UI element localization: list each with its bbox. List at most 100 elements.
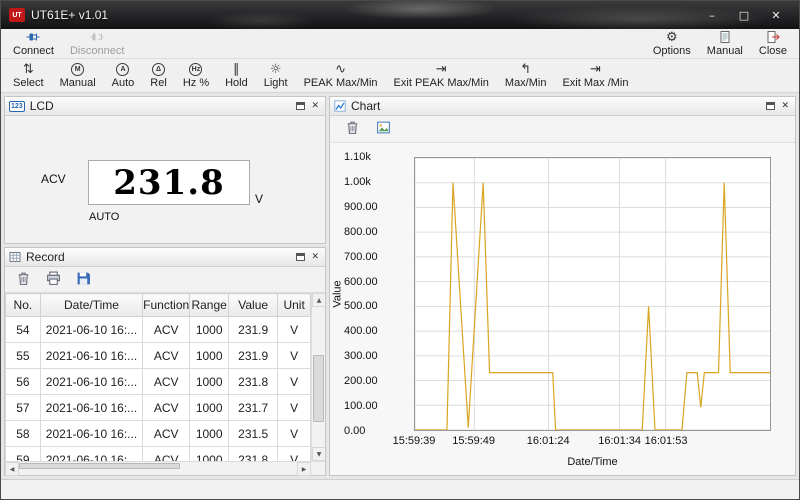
close-window-button[interactable]: ✕ <box>761 5 791 25</box>
x-tick-label: 16:01:24 <box>527 435 570 447</box>
vertical-scroll-track[interactable] <box>312 307 325 447</box>
table-row[interactable]: 542021-06-10 16:...ACV1000231.9V <box>6 317 311 343</box>
chart-panel: Chart Value 1.10k1.00k900.00800.00700. <box>329 96 796 476</box>
chart-plot[interactable] <box>414 157 771 431</box>
connect-button[interactable]: Connect <box>5 29 62 58</box>
float-panel-icon[interactable] <box>296 253 305 261</box>
table-cell: V <box>278 447 311 462</box>
table-cell: V <box>278 395 311 421</box>
close-panel-icon[interactable] <box>311 102 319 111</box>
auto-mode-button[interactable]: AAuto <box>104 62 143 90</box>
hz-percent-button[interactable]: HzHz % <box>175 62 217 90</box>
horizontal-scroll-track[interactable] <box>19 462 297 475</box>
window-controls: – □ ✕ <box>697 5 791 25</box>
button-label: Light <box>264 77 288 89</box>
panel-header-buttons <box>296 253 321 262</box>
table-cell: 59 <box>6 447 41 462</box>
panel-header-buttons <box>766 102 791 111</box>
peak-max-min-icon: ∿ <box>335 62 346 76</box>
close-panel-icon[interactable] <box>781 102 789 111</box>
delete-record-button[interactable] <box>15 270 32 290</box>
y-tick-label: 600.00 <box>344 276 378 288</box>
horizontal-scrollbar[interactable]: ◀ ▶ <box>5 461 325 475</box>
column-header[interactable]: No. <box>6 294 41 317</box>
table-row[interactable]: 572021-06-10 16:...ACV1000231.7V <box>6 395 311 421</box>
table-cell: 231.7 <box>229 395 278 421</box>
select-button[interactable]: ⇅Select <box>5 61 52 90</box>
scroll-up-arrow-icon[interactable]: ▲ <box>312 293 325 307</box>
table-row[interactable]: 552021-06-10 16:...ACV1000231.9V <box>6 343 311 369</box>
x-tick-label: 15:59:39 <box>393 435 436 447</box>
maximize-button[interactable]: □ <box>729 5 759 25</box>
scroll-down-arrow-icon[interactable]: ▼ <box>312 447 325 461</box>
table-cell: 1000 <box>190 421 229 447</box>
record-panel-header[interactable]: Record <box>5 248 325 267</box>
column-header[interactable]: Function <box>143 294 190 317</box>
x-tick-label: 15:59:49 <box>452 435 495 447</box>
close-app-button[interactable]: Close <box>751 29 795 58</box>
lcd-panel-header[interactable]: 123 LCD <box>5 97 325 116</box>
table-cell: 54 <box>6 317 41 343</box>
vertical-scroll-thumb[interactable] <box>313 355 324 422</box>
hold-icon: ∥ <box>233 62 240 76</box>
lcd-display-area: ACV 231.8 V AUTO <box>5 116 325 243</box>
column-header[interactable]: Unit <box>278 294 311 317</box>
left-column: 123 LCD ACV 231.8 V AUTO <box>4 96 326 476</box>
max-min-icon: ↰ <box>520 62 531 76</box>
vertical-scrollbar[interactable]: ▲ ▼ <box>311 293 325 461</box>
trash-icon <box>16 271 31 289</box>
float-panel-icon[interactable] <box>296 102 305 110</box>
button-label: Rel <box>150 77 167 89</box>
clear-chart-button[interactable] <box>344 119 361 139</box>
lcd-reading-display: 231.8 <box>88 160 250 205</box>
manual-mode-icon: M <box>71 63 84 76</box>
table-cell: 2021-06-10 16:... <box>40 395 142 421</box>
save-icon <box>76 271 91 289</box>
gear-icon: ⚙ <box>666 30 678 44</box>
y-tick-label: 400.00 <box>344 325 378 337</box>
manual-icon <box>718 30 732 44</box>
save-record-button[interactable] <box>75 270 92 290</box>
button-label: Options <box>653 45 691 57</box>
table-row[interactable]: 592021-06-10 16:...ACV1000231.8V <box>6 447 311 462</box>
rel-button[interactable]: ΔRel <box>142 62 175 90</box>
titlebar[interactable]: UT UT61E+ v1.01 – □ ✕ <box>1 1 799 29</box>
exit-max-min-button[interactable]: ⇥Exit Max /Min <box>554 61 636 90</box>
exit-peak-max-min-button[interactable]: ⇥Exit PEAK Max/Min <box>386 61 497 90</box>
auto-mode-icon: A <box>116 63 129 76</box>
column-header[interactable]: Range <box>190 294 229 317</box>
manual-mode-button[interactable]: MManual <box>52 62 104 90</box>
hold-button[interactable]: ∥Hold <box>217 61 256 90</box>
table-row[interactable]: 562021-06-10 16:...ACV1000231.8V <box>6 369 311 395</box>
column-header[interactable]: Date/Time <box>40 294 142 317</box>
table-cell: V <box>278 369 311 395</box>
chart-plot-svg <box>415 158 770 430</box>
y-tick-label: 800.00 <box>344 226 378 238</box>
lcd-range-mode-label: AUTO <box>89 211 119 223</box>
horizontal-scroll-thumb[interactable] <box>19 463 180 469</box>
table-cell: ACV <box>143 395 190 421</box>
minimize-button[interactable]: – <box>697 5 727 25</box>
light-button[interactable]: ☼Light <box>256 61 296 90</box>
print-record-button[interactable] <box>45 270 62 290</box>
y-tick-label: 500.00 <box>344 300 378 312</box>
table-row[interactable]: 582021-06-10 16:...ACV1000231.5V <box>6 421 311 447</box>
float-panel-icon[interactable] <box>766 102 775 110</box>
max-min-button[interactable]: ↰Max/Min <box>497 61 555 90</box>
chart-panel-header[interactable]: Chart <box>330 97 795 116</box>
exit-peak-max-min-icon: ⇥ <box>436 62 447 76</box>
options-button[interactable]: ⚙Options <box>645 29 699 58</box>
peak-max-min-button[interactable]: ∿PEAK Max/Min <box>296 61 386 90</box>
export-chart-image-button[interactable] <box>375 119 392 139</box>
column-header[interactable]: Value <box>229 294 278 317</box>
main-toolbar-right: ⚙OptionsManualClose <box>645 29 795 58</box>
image-icon <box>376 120 391 138</box>
y-tick-label: 300.00 <box>344 350 378 362</box>
table-cell: ACV <box>143 369 190 395</box>
close-panel-icon[interactable] <box>311 253 319 262</box>
manual-button[interactable]: Manual <box>699 29 751 58</box>
scroll-right-arrow-icon[interactable]: ▶ <box>297 462 311 476</box>
chart-yticks: 1.10k1.00k900.00800.00700.00600.00500.00… <box>344 157 410 431</box>
scroll-left-arrow-icon[interactable]: ◀ <box>5 462 19 476</box>
status-bar <box>1 479 799 499</box>
